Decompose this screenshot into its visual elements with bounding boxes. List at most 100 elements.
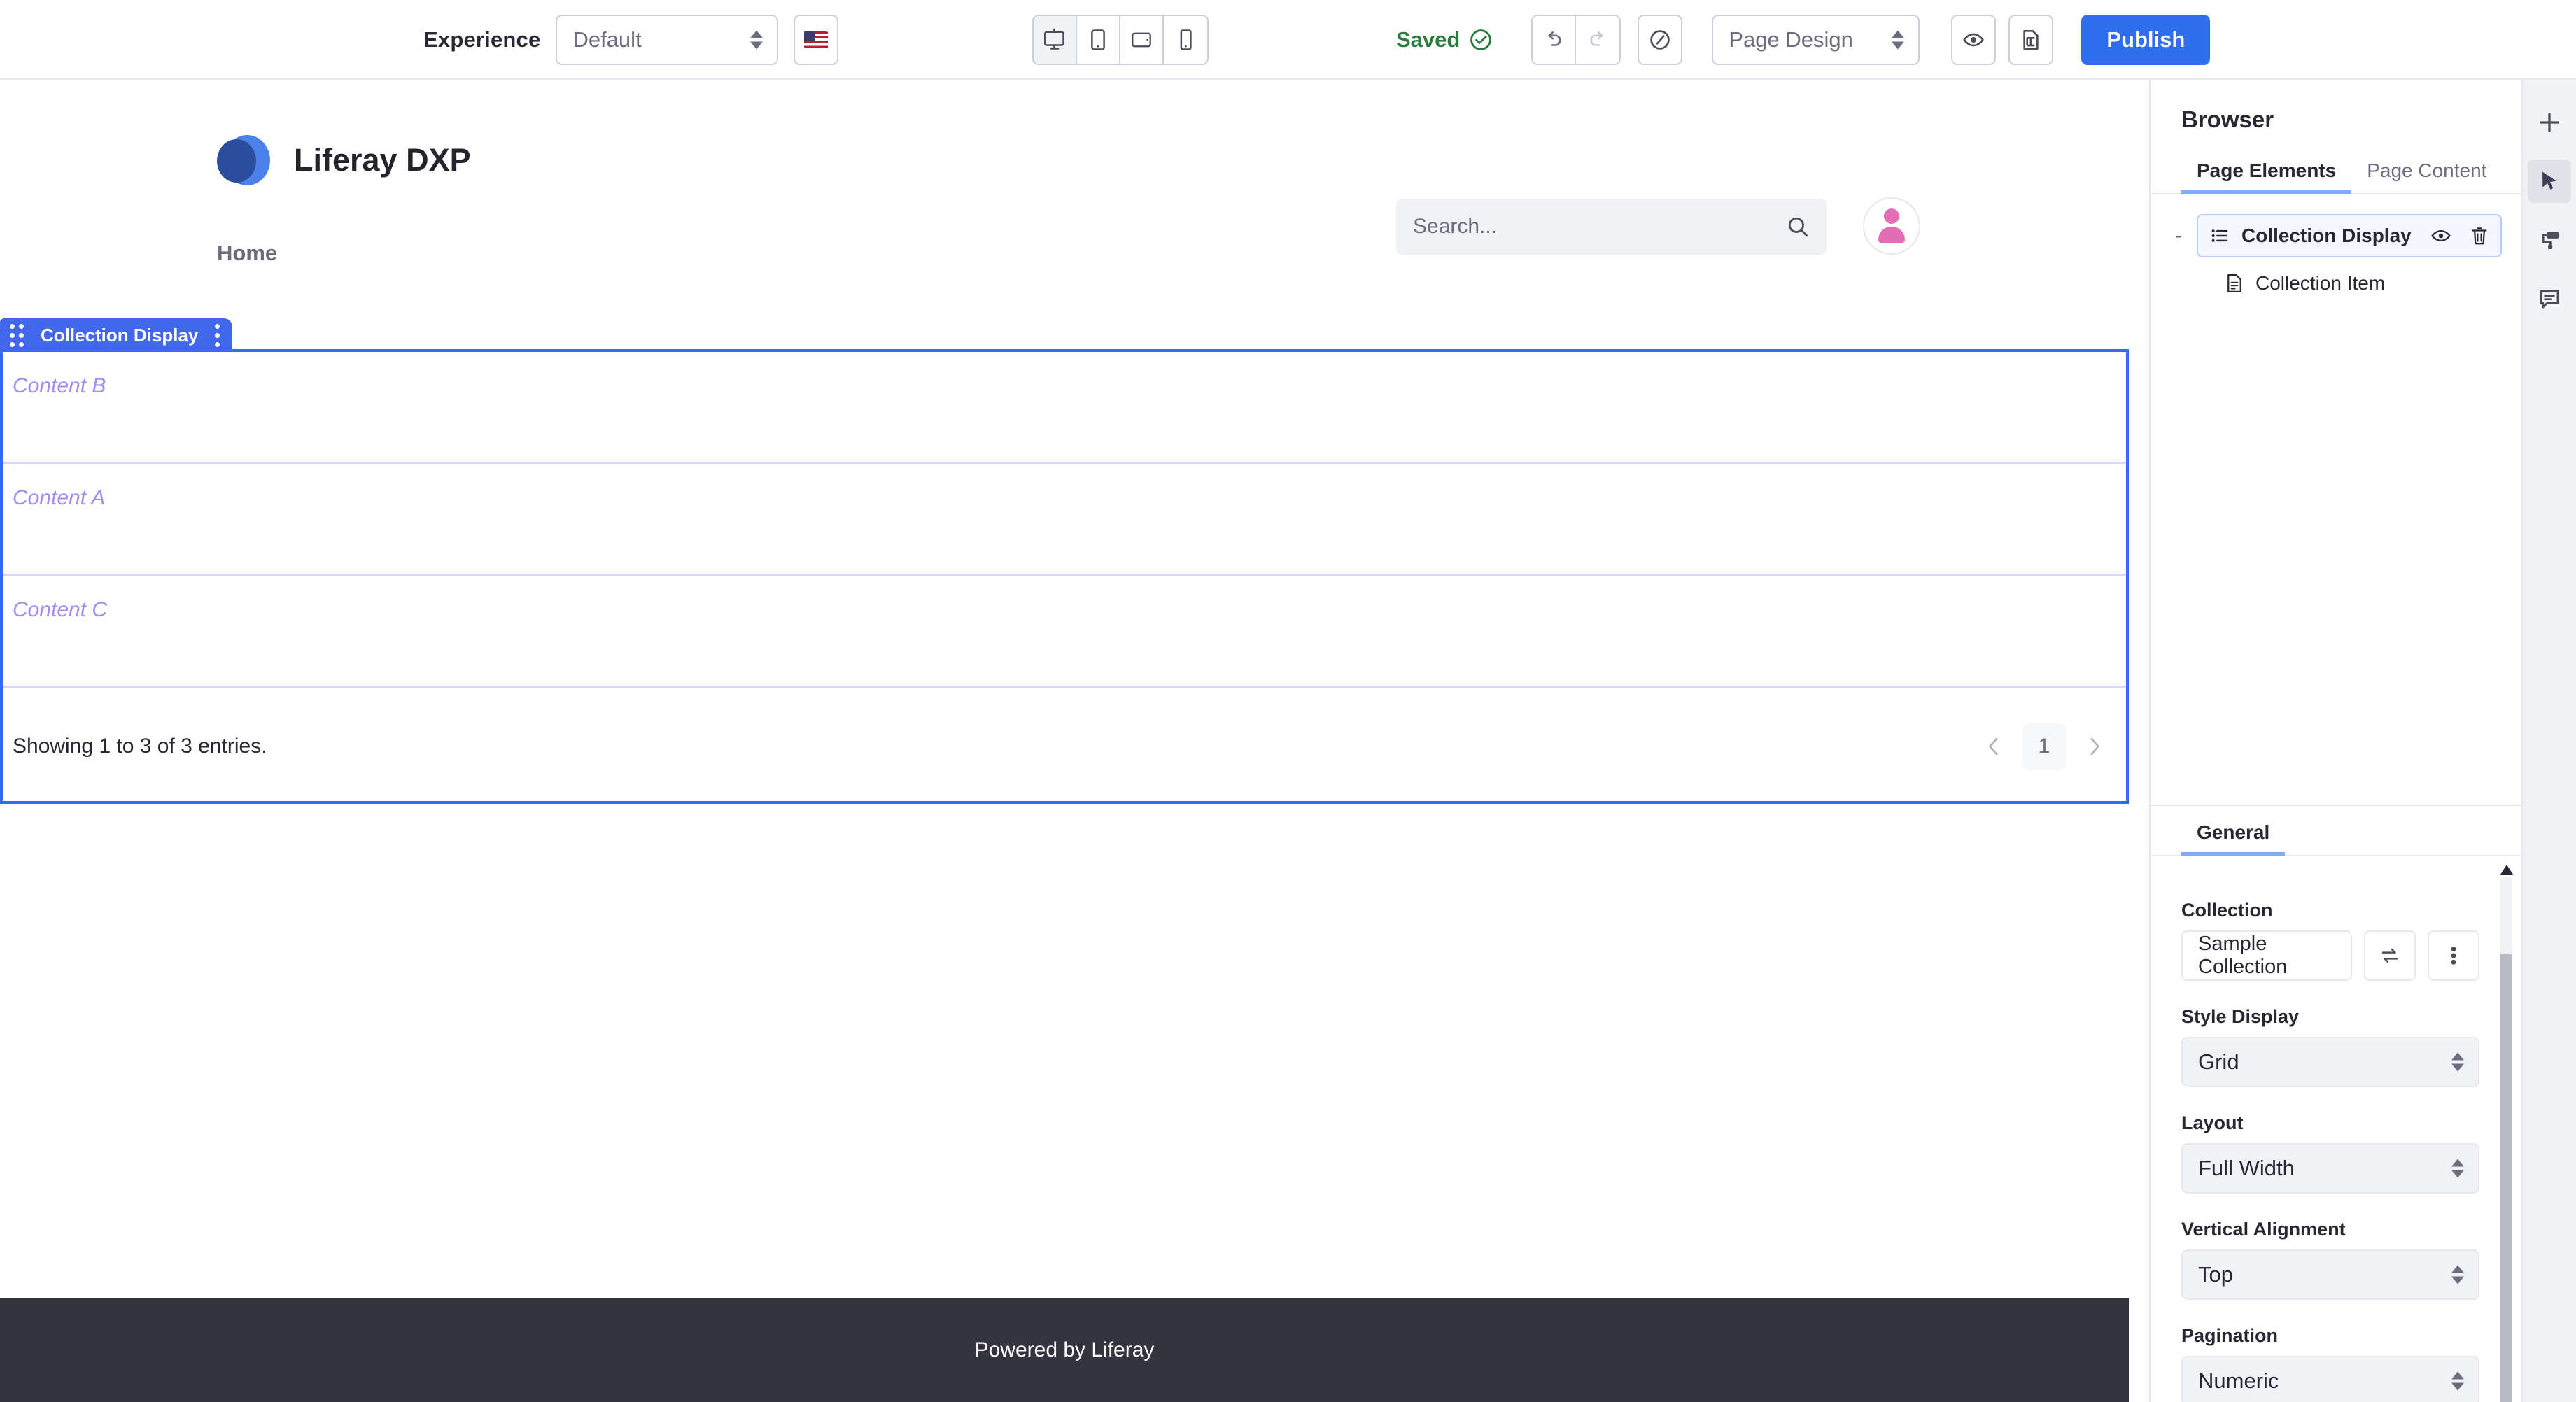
- experience-controls: Experience Default: [423, 0, 839, 80]
- tablet-icon: [1091, 29, 1105, 50]
- experience-select-value: Default: [572, 27, 642, 52]
- field-vertical-alignment: Vertical Alignment Top: [2181, 1219, 2479, 1300]
- pagination-prev-button[interactable]: [1978, 730, 2010, 763]
- sidebar-divider: [2151, 805, 2521, 806]
- collection-swap-button[interactable]: [2364, 930, 2416, 981]
- user-avatar-button[interactable]: [1863, 197, 1920, 255]
- comments-button[interactable]: [2528, 277, 2571, 320]
- search-input[interactable]: Search...: [1396, 199, 1827, 255]
- pagination-select[interactable]: Numeric: [2181, 1356, 2479, 1402]
- tree-collapse-toggle[interactable]: -: [2170, 224, 2187, 248]
- plus-icon: [2540, 113, 2559, 132]
- toolbar-right-group: Saved Page Design Publish: [1396, 0, 2211, 80]
- pagination-info: Showing 1 to 3 of 3 entries.: [13, 735, 267, 758]
- tree-item-collection-display[interactable]: Collection Display: [2197, 214, 2502, 257]
- pagination-page-1[interactable]: 1: [2022, 723, 2066, 770]
- collection-item-label: Content B: [13, 374, 106, 397]
- layout-label: Layout: [2181, 1112, 2244, 1133]
- general-panel: Collection Sample Collection Style Displ…: [2151, 872, 2521, 1402]
- site-header: Liferay DXP: [0, 80, 2526, 241]
- page-template-icon: [2023, 30, 2039, 50]
- search-placeholder: Search...: [1413, 215, 1498, 238]
- tree-item-collection-item[interactable]: Collection Item: [2170, 262, 2502, 305]
- undo-icon: [1548, 31, 1561, 46]
- publish-label: Publish: [2106, 27, 2186, 52]
- device-tablet-landscape-button[interactable]: [1120, 16, 1164, 64]
- device-mobile-button[interactable]: [1164, 16, 1207, 64]
- experience-label: Experience: [423, 27, 541, 52]
- browser-sidebar: Browser Page Elements Page Content - Col…: [2149, 80, 2521, 1402]
- collection-item[interactable]: Content C: [3, 576, 2126, 688]
- add-fragment-button[interactable]: [2528, 101, 2571, 144]
- publish-button[interactable]: Publish: [2081, 15, 2211, 65]
- language-button[interactable]: [794, 15, 839, 65]
- sidebar-scrollbar[interactable]: [2500, 865, 2513, 1402]
- tab-page-content[interactable]: Page Content: [2351, 160, 2502, 193]
- sidebar-tabs: Page Elements Page Content: [2151, 160, 2521, 194]
- liferay-logo-icon: [217, 134, 270, 187]
- kebab-icon[interactable]: [215, 323, 220, 347]
- chevron-updown-icon: [1892, 30, 1905, 50]
- chevron-updown-icon: [2451, 1371, 2464, 1391]
- page-template-button[interactable]: [2008, 15, 2054, 65]
- tab-general[interactable]: General: [2181, 821, 2286, 856]
- browser-button[interactable]: [2528, 160, 2571, 203]
- field-pagination: Pagination Numeric: [2181, 1325, 2479, 1402]
- general-tabs: General: [2151, 821, 2521, 856]
- undo-redo-group: [1531, 15, 1621, 65]
- desktop-icon: [1044, 28, 1064, 50]
- search-icon[interactable]: [1786, 215, 1810, 239]
- collection-item-label: Content C: [13, 598, 108, 621]
- clock-icon: [1650, 30, 1670, 50]
- redo-button[interactable]: [1576, 15, 1621, 65]
- chevron-updown-icon: [2451, 1265, 2464, 1284]
- page-design-select[interactable]: Page Design: [1712, 15, 1920, 65]
- tab-page-elements[interactable]: Page Elements: [2181, 160, 2352, 194]
- undo-button[interactable]: [1531, 15, 1577, 65]
- chevron-left-icon: [1989, 737, 1998, 756]
- device-desktop-button[interactable]: [1034, 16, 1077, 64]
- save-status: Saved: [1396, 27, 1493, 52]
- scrollbar-thumb[interactable]: [2500, 954, 2512, 1402]
- drag-handle-icon[interactable]: [10, 323, 24, 347]
- document-icon: [2227, 274, 2241, 292]
- pagination-next-button[interactable]: [2078, 730, 2111, 763]
- collection-value: Sample Collection: [2198, 933, 2288, 978]
- layout-select[interactable]: Full Width: [2181, 1143, 2479, 1194]
- experience-select[interactable]: Default: [556, 15, 779, 65]
- trash-icon[interactable]: [2470, 225, 2489, 246]
- comment-icon: [2540, 290, 2559, 309]
- nav-item-home[interactable]: Home: [217, 241, 277, 265]
- styles-button[interactable]: [2528, 218, 2571, 262]
- eye-icon[interactable]: [2430, 225, 2451, 246]
- mobile-icon: [1180, 29, 1192, 50]
- scroll-up-arrow-icon[interactable]: [2500, 865, 2513, 875]
- page-elements-tree: - Collection Display Collection Item: [2151, 194, 2521, 305]
- tablet-landscape-icon: [1132, 32, 1151, 48]
- user-avatar-icon: [1878, 208, 1905, 243]
- collection-more-button[interactable]: [2428, 930, 2479, 981]
- editor-toolbar: Experience Default Saved Page Design Pub…: [0, 0, 2576, 80]
- device-tablet-button[interactable]: [1077, 16, 1120, 64]
- style-display-select[interactable]: Grid: [2181, 1037, 2479, 1087]
- vertical-alignment-select[interactable]: Top: [2181, 1249, 2479, 1300]
- right-icon-rail: [2521, 80, 2576, 1402]
- vertical-alignment-label: Vertical Alignment: [2181, 1219, 2346, 1240]
- sidebar-title: Browser: [2181, 106, 2274, 132]
- fragment-name-label: Collection Display: [41, 324, 199, 346]
- field-style-display: Style Display Grid: [2181, 1006, 2479, 1087]
- collection-display-fragment[interactable]: Collection Display Content B Content A C…: [0, 318, 2129, 804]
- history-button[interactable]: [1638, 15, 1683, 65]
- pagination-value: Numeric: [2198, 1368, 2279, 1393]
- collection-item[interactable]: Content B: [3, 352, 2126, 464]
- style-display-label: Style Display: [2181, 1006, 2300, 1027]
- preview-button[interactable]: [1951, 15, 1997, 65]
- kebab-icon: [2451, 947, 2456, 965]
- collection-input[interactable]: Sample Collection: [2181, 930, 2352, 981]
- tree-row: - Collection Display: [2170, 214, 2502, 257]
- chevron-updown-icon: [750, 30, 763, 50]
- collection-item[interactable]: Content A: [3, 464, 2126, 576]
- collection-label: Collection: [2181, 900, 2273, 921]
- page-footer-text: Powered by Liferay: [974, 1338, 1155, 1361]
- page-footer: Powered by Liferay: [0, 1298, 2129, 1402]
